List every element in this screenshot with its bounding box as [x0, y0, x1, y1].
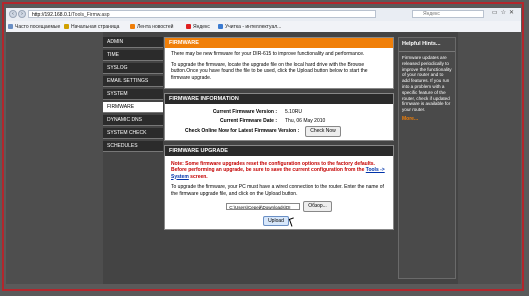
highlight-frame [2, 2, 524, 291]
screen: ‹ › http://192.168.0.1/Tools_Firmw.asp Я… [0, 0, 529, 296]
